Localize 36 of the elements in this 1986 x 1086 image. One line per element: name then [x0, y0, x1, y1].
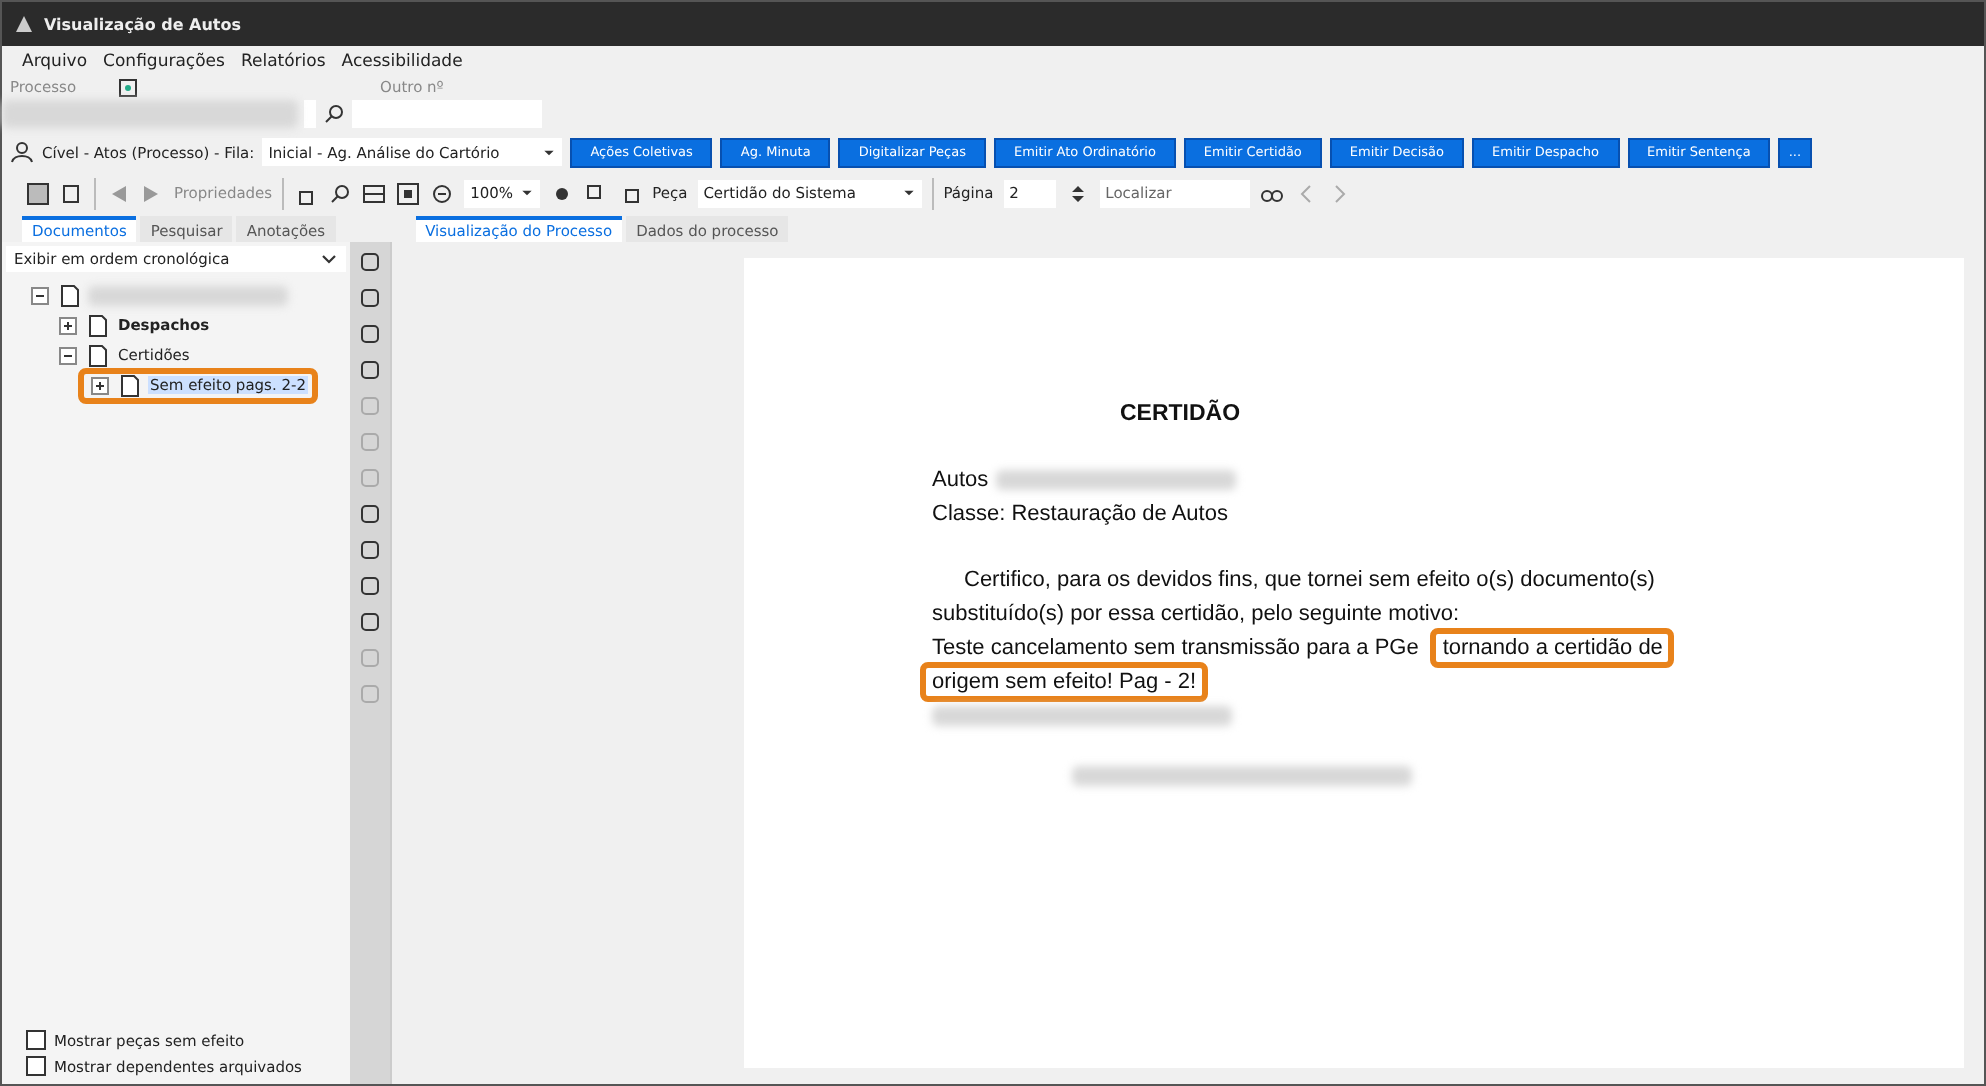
- chevron-down-icon[interactable]: [320, 250, 338, 268]
- menu-item[interactable]: Relatórios: [240, 52, 326, 72]
- field-label: Autos: [932, 467, 989, 491]
- checkbox[interactable]: [26, 1030, 46, 1050]
- class-text: Classe: Restauração de Autos: [932, 501, 1228, 525]
- copy-icon[interactable]: [60, 181, 84, 205]
- app-icon: [14, 14, 34, 34]
- fit-width-icon[interactable]: [362, 181, 387, 205]
- menu-item[interactable]: Configurações: [103, 52, 225, 72]
- document-icon: [86, 313, 110, 337]
- expand-icon[interactable]: [88, 373, 112, 397]
- fit-page-icon[interactable]: [396, 181, 421, 205]
- document-icon: [58, 283, 82, 307]
- document-icon[interactable]: [26, 181, 50, 205]
- body-text: Teste cancelamento sem transmissão para a PGe: [930, 633, 1421, 663]
- caret-icon[interactable]: [520, 186, 535, 200]
- search-icon[interactable]: [328, 181, 353, 205]
- body-text: Certifico, para os devidos fins, que tornei sem efeito o(s) documento(s): [962, 565, 1657, 595]
- document-icon: [118, 373, 142, 397]
- people-icon[interactable]: [10, 140, 34, 164]
- highlighted-text: origem sem efeito! Pag - 2!: [920, 661, 1209, 701]
- highlighted-text: tornando a certidão de: [1430, 627, 1675, 667]
- checkbox[interactable]: [26, 1056, 46, 1076]
- zoom-out-icon[interactable]: [430, 181, 455, 205]
- caret-icon[interactable]: [901, 186, 916, 200]
- expand-icon[interactable]: [56, 313, 80, 337]
- menu-item[interactable]: Arquivo: [22, 52, 88, 72]
- collapse-icon[interactable]: [56, 343, 80, 367]
- body-text: substituído(s) por essa certidão, pelo seguinte motivo:: [930, 599, 1462, 629]
- document-icon: [86, 343, 110, 367]
- search-icon[interactable]: [322, 102, 346, 126]
- menu-item[interactable]: Acessibilidade: [341, 52, 463, 72]
- collapse-icon[interactable]: [28, 283, 52, 307]
- window-title: Visualização de Autos: [44, 15, 242, 33]
- caret-icon[interactable]: [542, 145, 557, 159]
- document-title: CERTIDÃO: [1120, 402, 1241, 426]
